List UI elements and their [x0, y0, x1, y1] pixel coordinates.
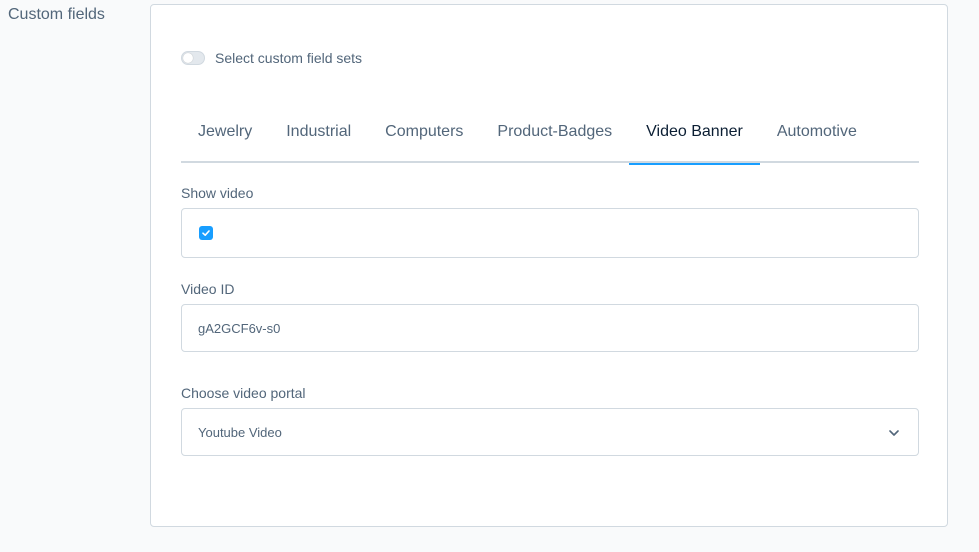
video-id-field: gA2GCF6v-s0 [181, 304, 919, 352]
custom-field-set-tabs: Jewelry Industrial Computers Product-Bad… [181, 110, 919, 165]
show-video-checkbox[interactable] [199, 226, 213, 240]
video-id-label: Video ID [181, 281, 235, 297]
tab-automotive[interactable]: Automotive [760, 110, 874, 163]
custom-field-sets-toggle[interactable] [181, 51, 205, 65]
tab-video-banner[interactable]: Video Banner [629, 110, 760, 165]
video-portal-label: Choose video portal [181, 385, 306, 401]
video-portal-select[interactable]: Youtube Video [181, 408, 919, 456]
custom-field-sets-toggle-row: Select custom field sets [181, 50, 362, 66]
tab-industrial[interactable]: Industrial [269, 110, 368, 163]
toggle-knob [183, 53, 193, 63]
show-video-label: Show video [181, 185, 254, 201]
video-portal-value: Youtube Video [198, 424, 282, 440]
tab-product-badges[interactable]: Product-Badges [480, 110, 629, 163]
video-id-input[interactable]: gA2GCF6v-s0 [198, 305, 878, 351]
section-label: Custom fields [8, 6, 105, 23]
tab-jewelry[interactable]: Jewelry [181, 110, 269, 163]
checkmark-icon [202, 230, 210, 236]
chevron-down-icon [889, 430, 899, 436]
toggle-label: Select custom field sets [215, 50, 363, 66]
custom-fields-card: Select custom field sets Jewelry Industr… [150, 4, 948, 527]
tab-computers[interactable]: Computers [368, 110, 480, 163]
show-video-field [181, 208, 919, 258]
